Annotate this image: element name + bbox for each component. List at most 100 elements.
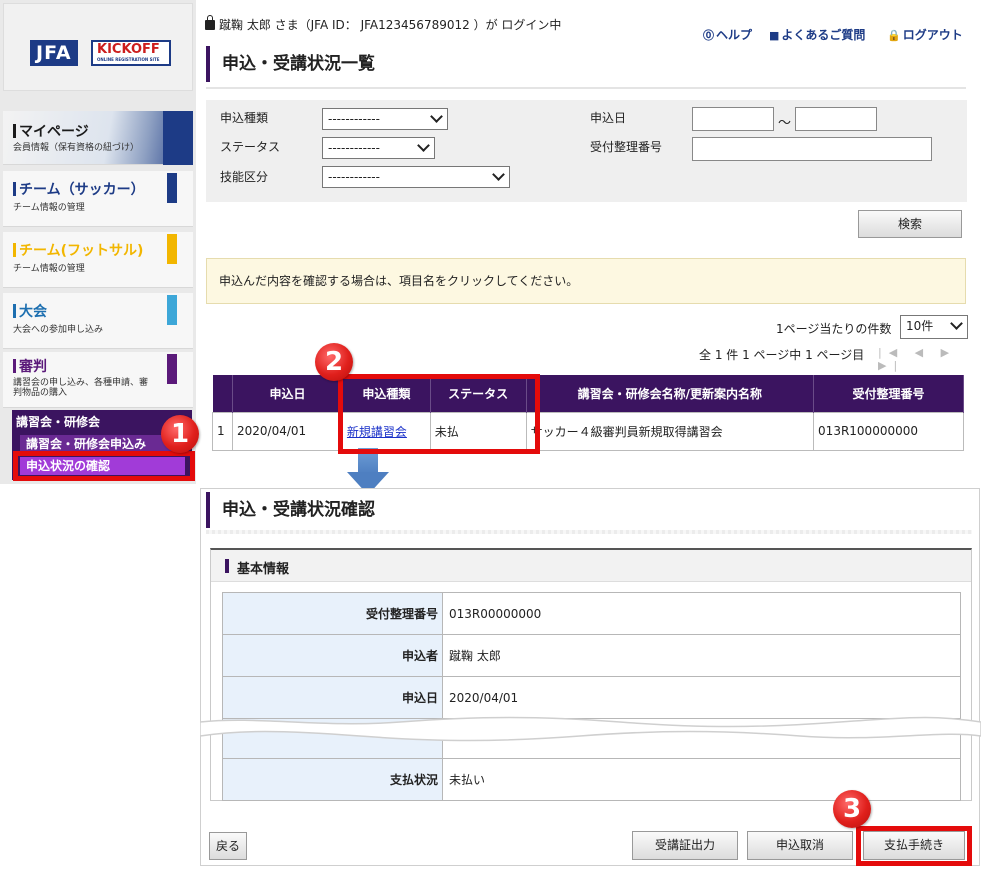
skill-select[interactable]: ------------ xyxy=(322,166,510,188)
info-row: 申込日 2020/04/01 xyxy=(222,676,961,719)
submenu-heading: 講習会・研修会 xyxy=(16,415,101,429)
sidebar-item-label: 審判 xyxy=(13,358,47,376)
chevron-down-icon xyxy=(417,139,430,152)
logout-link[interactable]: 🔒 ログアウト xyxy=(887,26,963,43)
app-type-value: ------------ xyxy=(328,112,380,126)
truck-icon: ■ xyxy=(769,29,780,42)
kickoff-logo-subtext: ONLINE REGISTRATION SITE xyxy=(97,57,160,62)
per-page-value: 10件 xyxy=(906,319,934,333)
column-header[interactable]: 講習会・研修会名称/更新案内名称 xyxy=(526,375,815,412)
results-table: 申込日 申込種類 ステータス 講習会・研修会名称/更新案内名称 受付整理番号 1… xyxy=(212,375,964,451)
logout-label: ログアウト xyxy=(902,28,963,42)
pager-summary: 全 1 件 1 ページ中 1 ページ目 xyxy=(699,348,865,362)
info-label: 申込者 xyxy=(222,634,443,677)
date-to-input[interactable] xyxy=(795,107,877,131)
section-marker xyxy=(225,559,229,573)
row-number: 1 xyxy=(212,411,233,451)
skill-label: 技能区分 xyxy=(220,170,269,184)
date-from-input[interactable] xyxy=(692,107,774,131)
sidebar-item-referee[interactable]: 審判 講習会の申し込み、各種申請、審判物品の購入 xyxy=(3,352,193,408)
chevron-down-icon xyxy=(950,317,963,330)
date-range-separator: ～ xyxy=(778,116,792,131)
status-select[interactable]: ------------ xyxy=(322,137,435,159)
column-header[interactable]: 受付整理番号 xyxy=(813,375,964,412)
info-value: 013R00000000 xyxy=(442,592,961,635)
sidebar-item-label: 大会 xyxy=(13,303,47,321)
table-header-row: 申込日 申込種類 ステータス 講習会・研修会名称/更新案内名称 受付整理番号 xyxy=(212,375,964,412)
help-label: ヘルプ xyxy=(716,28,753,42)
site-logo[interactable]: JFA KICKOFF ONLINE REGISTRATION SITE xyxy=(3,3,193,91)
sidebar-item-sublabel: 会員情報（保有資格の紐づけ） xyxy=(13,143,140,153)
highlight-box-step1 xyxy=(13,451,195,481)
cell-date: 2020/04/01 xyxy=(231,411,343,451)
sidebar-item-tournament[interactable]: 大会 大会への参加申し込み xyxy=(3,293,193,349)
highlight-box-step3 xyxy=(856,826,972,866)
login-info-text: 蹴鞠 太郎 さま（JFA ID： JFA123456789012 ）が ログイン… xyxy=(219,18,562,32)
info-value: 未払い xyxy=(442,758,961,801)
sidebar-item-sublabel: チーム情報の管理 xyxy=(13,203,85,213)
basic-info-table: 受付整理番号 013R00000000 申込者 蹴鞠 太郎 申込日 2020/04/0… xyxy=(222,592,961,801)
per-page-label: 1ページ当たりの件数 xyxy=(776,322,892,336)
kickoff-logo-text: KICKOFF xyxy=(97,42,160,57)
kickoff-logo: KICKOFF ONLINE REGISTRATION SITE xyxy=(91,40,171,66)
search-button[interactable]: 検索 xyxy=(858,210,962,238)
receipt-number-input[interactable] xyxy=(692,137,932,161)
info-value: 2020/04/01 xyxy=(442,676,961,719)
chevron-down-icon xyxy=(430,110,443,123)
info-value: 蹴鞠 太郎 xyxy=(442,634,961,677)
table-row: 1 2020/04/01 新規講習会 未払 サッカー４級審判員新規取得講習会 0… xyxy=(212,411,964,451)
omission-tear xyxy=(200,716,981,742)
help-icon: ⓪ xyxy=(703,29,714,42)
sidebar: JFA KICKOFF ONLINE REGISTRATION SITE マイペ… xyxy=(0,0,196,484)
sidebar-item-label: チーム(フットサル) xyxy=(13,242,143,260)
date-label: 申込日 xyxy=(590,111,627,125)
info-notice: 申込んだ内容を確認する場合は、項目名をクリックしてください。 xyxy=(206,258,966,304)
status-value: ------------ xyxy=(328,141,380,155)
help-link[interactable]: ⓪ ヘルプ xyxy=(703,26,752,43)
column-header[interactable]: 申込日 xyxy=(232,375,343,412)
info-label: 申込日 xyxy=(222,676,443,719)
bookmark-icon xyxy=(167,354,177,384)
step-badge-3: 3 xyxy=(833,790,871,828)
page-title: 申込・受講状況一覧 xyxy=(206,46,375,82)
cancel-application-button[interactable]: 申込取消 xyxy=(747,831,853,860)
detail-page-title: 申込・受講状況確認 xyxy=(206,492,375,528)
column-header xyxy=(212,375,233,412)
title-divider xyxy=(206,87,966,89)
cell-receipt-number: 013R100000000 xyxy=(813,411,964,451)
bookmark-icon xyxy=(167,295,177,325)
chevron-down-icon xyxy=(492,168,505,181)
back-button[interactable]: 戻る xyxy=(209,832,247,860)
step-badge-1: 1 xyxy=(161,415,199,453)
sidebar-item-sublabel: 講習会の申し込み、各種申請、審判物品の購入 xyxy=(13,378,149,398)
section-title: 基本情報 xyxy=(237,562,290,577)
app-type-label: 申込種類 xyxy=(220,111,269,125)
mypage-tab-marker xyxy=(163,111,193,165)
pager-nav-icons[interactable]: |◀ ◀ ▶ ▶| xyxy=(878,346,981,372)
status-label: ステータス xyxy=(220,140,281,154)
faq-link[interactable]: ■ よくあるご質問 xyxy=(769,26,865,43)
bookmark-icon xyxy=(167,173,177,203)
login-info: 蹴鞠 太郎 さま（JFA ID： JFA123456789012 ）が ログイン… xyxy=(205,15,562,33)
per-page-select[interactable]: 10件 xyxy=(900,315,968,339)
sidebar-item-team-soccer[interactable]: チーム（サッカー） チーム情報の管理 xyxy=(3,171,193,227)
bookmark-icon xyxy=(167,234,177,264)
info-row: 申込者 蹴鞠 太郎 xyxy=(222,634,961,677)
info-label: 支払状況 xyxy=(222,758,443,801)
step-badge-2: 2 xyxy=(315,343,353,381)
info-label: 受付整理番号 xyxy=(222,592,443,635)
cell-course-name: サッカー４級審判員新規取得講習会 xyxy=(525,411,815,451)
highlight-box-step2 xyxy=(338,374,540,454)
sidebar-item-sublabel: 大会への参加申し込み xyxy=(13,325,104,335)
skill-value: ------------ xyxy=(328,170,380,184)
certificate-output-button[interactable]: 受講証出力 xyxy=(632,831,738,860)
jfa-logo-text: JFA xyxy=(30,40,78,66)
lock-icon: 🔒 xyxy=(887,29,901,42)
sidebar-item-sublabel: チーム情報の管理 xyxy=(13,264,85,274)
app-type-select[interactable]: ------------ xyxy=(322,108,448,130)
sidebar-item-team-futsal[interactable]: チーム(フットサル) チーム情報の管理 xyxy=(3,232,193,288)
sidebar-item-label: マイページ xyxy=(13,123,89,141)
sidebar-item-mypage[interactable]: マイページ 会員情報（保有資格の紐づけ） xyxy=(3,111,193,165)
receipt-number-label: 受付整理番号 xyxy=(590,140,663,154)
lock-icon xyxy=(205,15,215,30)
